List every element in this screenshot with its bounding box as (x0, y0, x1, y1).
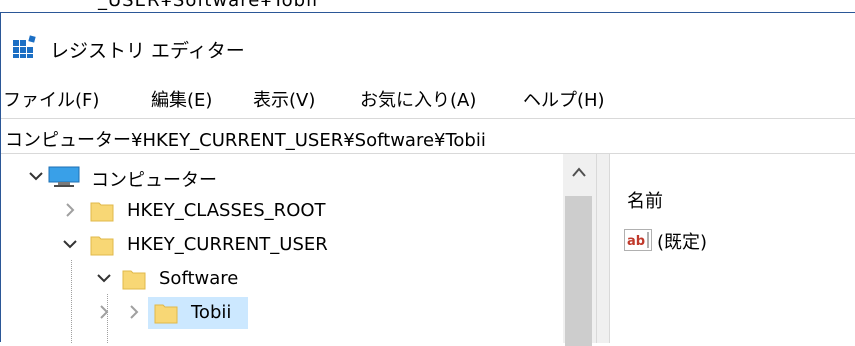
computer-icon (48, 166, 80, 187)
address-bar[interactable]: コンピューター¥HKEY_CURRENT_USER¥Software¥Tobii (1, 118, 855, 154)
menu-favorites[interactable]: お気に入り(A) (360, 86, 476, 112)
scroll-up-button[interactable] (563, 154, 596, 192)
chevron-right-icon[interactable] (61, 201, 79, 219)
chevron-right-icon[interactable] (95, 303, 113, 321)
column-header-name[interactable]: 名前 (627, 187, 663, 213)
string-value-icon: ab (624, 229, 652, 251)
folder-icon (122, 270, 146, 290)
tree-node-computer[interactable]: コンピューター (1, 160, 561, 194)
chevron-right-icon[interactable] (125, 303, 143, 321)
svg-text:ab: ab (627, 234, 645, 249)
chevron-up-icon (572, 167, 586, 177)
background-window-title-text: _USER¥Software¥Tobii (98, 0, 319, 11)
background-window-title: _USER¥Software¥Tobii (0, 0, 855, 12)
tree-scrollbar[interactable] (563, 154, 596, 346)
menu-view[interactable]: 表示(V) (253, 86, 315, 112)
folder-icon (90, 236, 114, 256)
title-bar[interactable]: レジストリ エディター (1, 13, 855, 74)
pane-splitter[interactable] (596, 154, 610, 343)
chevron-down-icon[interactable] (95, 269, 113, 287)
window-title: レジストリ エディター (50, 40, 245, 62)
tree-node-hkcu[interactable]: HKEY_CURRENT_USER (1, 228, 561, 262)
tree-node-label: Software (159, 268, 239, 289)
menu-file[interactable]: ファイル(F) (3, 86, 99, 112)
menu-bar: ファイル(F) 編集(E) 表示(V) お気に入り(A) ヘルプ(H) (1, 74, 855, 118)
scroll-thumb[interactable] (565, 196, 592, 346)
folder-icon (90, 202, 114, 222)
tree-node-hkcr[interactable]: HKEY_CLASSES_ROOT (1, 194, 561, 228)
tree-node-software[interactable]: Software (1, 262, 561, 296)
tree-node-tobii[interactable]: Tobii (1, 296, 561, 330)
registry-editor-icon (13, 35, 36, 58)
tree-node-label: HKEY_CURRENT_USER (127, 234, 328, 255)
tree-node-label: Tobii (191, 302, 232, 323)
chevron-down-icon[interactable] (61, 235, 79, 253)
menu-help[interactable]: ヘルプ(H) (523, 86, 605, 112)
folder-icon (154, 304, 178, 324)
registry-editor-window: レジストリ エディター ファイル(F) 編集(E) 表示(V) お気に入り(A)… (0, 12, 855, 346)
key-tree: コンピューター HKEY_CLASSES_ROOT HKEY_CURRENT_U… (1, 154, 596, 343)
tree-node-label: HKEY_CLASSES_ROOT (127, 200, 326, 221)
chevron-down-icon[interactable] (27, 167, 45, 185)
address-path[interactable]: コンピューター¥HKEY_CURRENT_USER¥Software¥Tobii (5, 126, 486, 152)
value-name: (既定) (657, 232, 708, 253)
tree-node-label: コンピューター (91, 170, 217, 191)
menu-edit[interactable]: 編集(E) (151, 86, 212, 112)
values-list: 名前 ab (既定) (610, 154, 855, 343)
